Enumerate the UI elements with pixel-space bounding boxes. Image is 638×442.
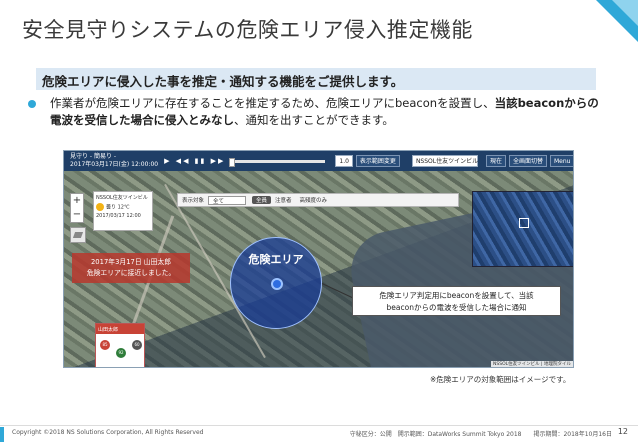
bullet-text-part1: 作業者が危険エリアに存在することを推定するため、危険エリアにbeaconを設置し… <box>50 96 495 110</box>
slide: 安全見守りシステムの危険エリア侵入推定機能 危険エリアに侵入した事を推定・通知す… <box>0 0 638 442</box>
person-name: 山田太郎 <box>96 324 144 334</box>
minimap[interactable] <box>472 191 573 267</box>
app-toolbar: 見守り - 簡易り - 2017年03月17日(金) 12:00:00 ▶ ◀◀… <box>64 151 573 171</box>
zoom-in-button[interactable]: + <box>71 194 83 208</box>
feature-banner: 危険エリアに侵入した事を推定・通知する機能をご提供します。 <box>36 68 596 90</box>
beacon-callout: 危険エリア判定用にbeaconを設置して、当該 beaconからの電波を受信した… <box>352 286 561 316</box>
weather-card: NSSOL住友ツインビル 曇り 12℃ 2017/03/17 12:00 <box>93 191 153 231</box>
app-screenshot: 見守り - 簡易り - 2017年03月17日(金) 12:00:00 ▶ ◀◀… <box>63 150 574 368</box>
status-badge: 92 <box>116 348 126 358</box>
image-note: ※危険エリアの対象範囲はイメージです。 <box>430 375 571 384</box>
person-panel[interactable]: 山田太郎 85 92 60 <box>95 323 145 367</box>
beacon-icon <box>271 278 283 290</box>
zoom-control: + − <box>70 193 84 223</box>
bullet-text-part2: 、通知を出すことができます。 <box>234 113 394 127</box>
range-change-button[interactable]: 表示範囲変更 <box>355 155 400 167</box>
proximity-alert: 2017年3月17日 山田太郎 危険エリアに接近しました。 <box>72 253 190 283</box>
fullscreen-button[interactable]: 全画面切替 <box>508 155 547 167</box>
filter-select[interactable]: 全て <box>208 195 247 205</box>
bullet-text: 作業者が危険エリアに存在することを推定するため、危険エリアにbeaconを設置し… <box>50 95 610 129</box>
speed-select[interactable]: 1.0 <box>335 155 353 167</box>
alert-line1: 2017年3月17日 山田太郎 <box>90 258 171 266</box>
now-button[interactable]: 現在 <box>485 155 506 167</box>
footer-copyright: Copyright ©2018 NS Solutions Corporation… <box>12 429 204 436</box>
page-number: 12 <box>617 427 628 436</box>
weather-location: NSSOL住友ツインビル <box>96 195 148 201</box>
playback-controls[interactable]: ▶ ◀◀ ▮▮ ▶▶ <box>164 157 225 165</box>
footer-divider <box>0 425 638 426</box>
filter-label: 表示対象 <box>182 198 205 204</box>
weather-temp: 12℃ <box>117 204 130 211</box>
slide-title: 安全見守りシステムの危険エリア侵入推定機能 <box>22 18 473 42</box>
callout-line2: beaconからの電波を受信した場合に通知 <box>386 303 527 312</box>
weather-updated: 2017/03/17 12:00 <box>96 213 141 219</box>
weather-condition: 曇り <box>106 204 117 211</box>
toolbar-title-line1: 見守り - 簡易り - <box>70 153 117 160</box>
callout-connector <box>321 283 354 299</box>
layers-icon[interactable] <box>70 227 86 243</box>
filter-warning[interactable]: 注意者 <box>271 196 296 204</box>
timeline-slider[interactable] <box>229 157 326 167</box>
footer-classification: 守秘区分：公開 開示範囲：DataWorks Summit Tokyo 2018… <box>349 431 612 438</box>
weather-condition-row: 曇り 12℃ <box>96 203 150 211</box>
callout-line1: 危険エリア判定用にbeaconを設置して、当該 <box>379 291 534 300</box>
footer-accent-bar <box>0 427 4 442</box>
status-badge: 60 <box>132 340 142 350</box>
alert-line2: 危険エリアに接近しました。 <box>86 269 176 277</box>
filter-high[interactable]: 高頻度のみ <box>296 196 332 204</box>
toolbar-title: 見守り - 簡易り - 2017年03月17日(金) 12:00:00 <box>70 153 158 169</box>
filter-all[interactable]: 全員 <box>252 196 272 204</box>
map-attribution: NSSOL住友ツインビル | 地理院タイル <box>490 361 573 367</box>
menu-button[interactable]: Menu <box>549 155 573 167</box>
map-view[interactable]: + − NSSOL住友ツインビル 曇り 12℃ 2017/03/17 12:00… <box>64 171 573 367</box>
danger-zone-label: 危険エリア <box>248 253 304 266</box>
filter-bar: 表示対象 全て 全員 注意者 高頻度のみ <box>177 193 459 207</box>
weather-icon <box>96 203 104 211</box>
zoom-out-button[interactable]: − <box>71 208 83 222</box>
corner-decoration-light <box>612 0 638 26</box>
bullet-dot-icon <box>28 100 36 108</box>
toolbar-datetime: 2017年03月17日(金) 12:00:00 <box>70 161 159 168</box>
location-select[interactable]: NSSOL住友ツインビル <box>411 155 478 167</box>
status-badge: 85 <box>100 340 110 350</box>
